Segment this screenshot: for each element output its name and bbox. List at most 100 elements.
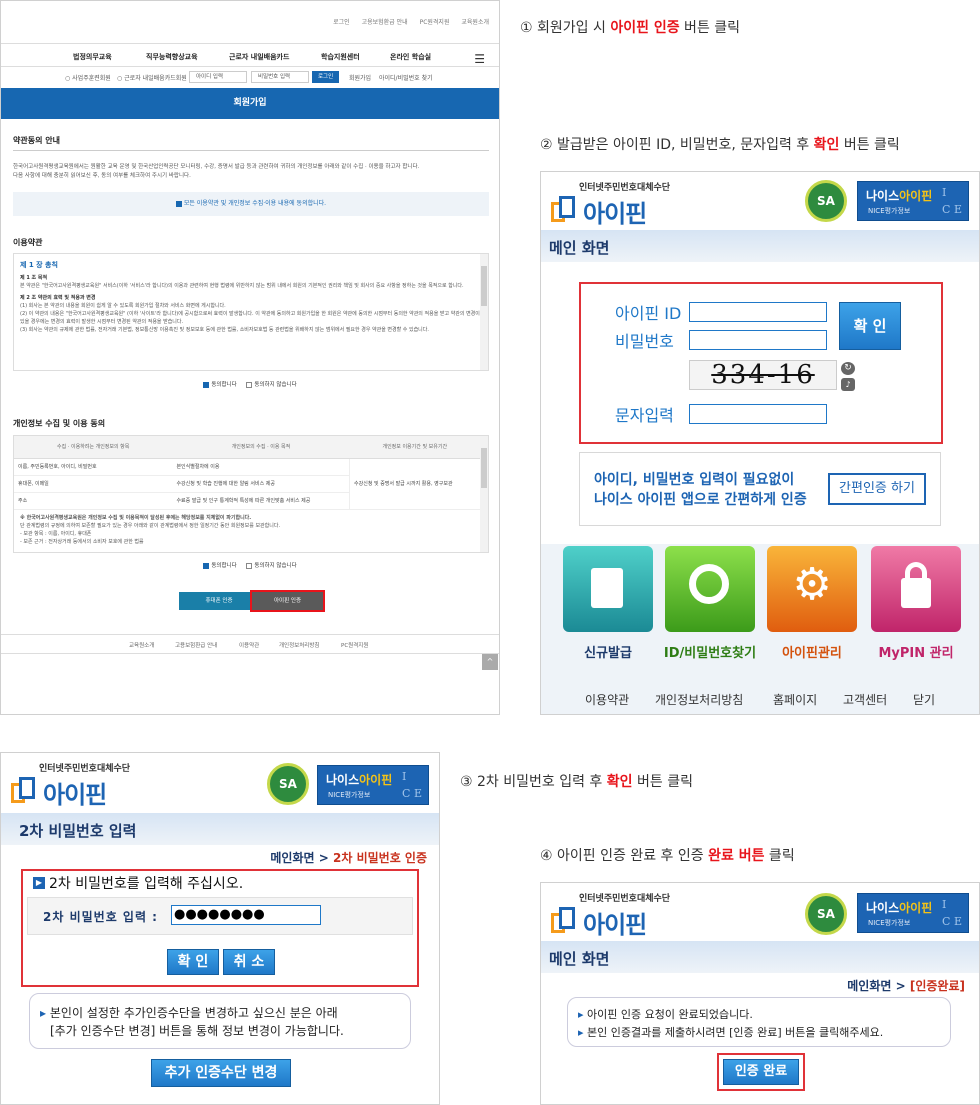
footer-link-remote[interactable]: PC원격지원 — [341, 641, 368, 649]
id-input[interactable]: 아이디 입력 — [189, 71, 247, 83]
new-issue-label[interactable]: 신규발급 — [558, 642, 658, 661]
second-password-panel: 메인화면 > 2차 비밀번호 인증 ▶ 2차 비밀번호를 입력해 주십시오. 2… — [1, 845, 439, 1104]
ipin-id-input[interactable] — [689, 302, 827, 322]
privacy-scrollbox[interactable]: 수집 · 이용하려는 개인정보의 항목 개인정보의 수집 · 이용 목적 개인정… — [13, 435, 489, 553]
checkbox-checked-icon[interactable] — [203, 381, 210, 388]
nice-ipin-text: 아이핀 — [899, 189, 933, 203]
breadcrumb-separator: > — [895, 979, 906, 993]
ipin-auth-button[interactable]: 아이핀 인증 — [252, 592, 323, 610]
ipin-link-privacy[interactable]: 개인정보처리방침 — [655, 691, 743, 708]
breadcrumb-home[interactable]: 메인화면 — [847, 979, 891, 993]
privacy-disagree-label[interactable]: 동의하지 않습니다 — [254, 563, 296, 569]
sa-badge-icon: SA — [267, 763, 309, 805]
mypin-tile[interactable] — [871, 546, 961, 632]
nav-item-support[interactable]: 학습지원센터 — [321, 52, 360, 62]
privacy-agree-label[interactable]: 동의합니다 — [211, 563, 236, 569]
nav-item-classroom[interactable]: 온라인 학습실 — [390, 52, 431, 62]
step1-text: 회원가입 시 — [537, 20, 611, 36]
captcha-input[interactable] — [689, 404, 827, 424]
ipin-header: 인터넷주민번호대체수단 아이핀 SA 나이스아이핀 NICE평가정보 IC E — [541, 172, 979, 232]
change-auth-button[interactable]: 추가 인증수단 변경 — [151, 1059, 291, 1087]
new-issue-tile[interactable] — [563, 546, 653, 632]
phone-auth-button[interactable]: 휴대폰 인증 — [179, 592, 259, 610]
nav-item-card[interactable]: 근로자 내일배움카드 — [229, 52, 289, 62]
breadcrumb-home[interactable]: 메인화면 — [270, 851, 314, 865]
lock-shackle — [905, 562, 927, 584]
signup-website: 로그인 고용보험환급 안내 PC원격지원 교육원소개 법정의무교육 직무능력향상… — [0, 0, 500, 715]
ipin-manage-label[interactable]: 아이핀관리 — [762, 642, 862, 661]
password-input[interactable]: 비밀번호 입력 — [251, 71, 309, 83]
ipin-slogan: 인터넷주민번호대체수단 — [39, 764, 131, 774]
ipin-password-input[interactable] — [689, 330, 827, 350]
scrollbar-thumb[interactable] — [481, 448, 487, 488]
ipin-link-close[interactable]: 닫기 — [913, 691, 935, 708]
breadcrumb-current: 2차 비밀번호 인증 — [333, 851, 427, 865]
auth-complete-button[interactable]: 인증 완료 — [723, 1059, 799, 1085]
step2-highlight: 확인 — [813, 137, 840, 153]
find-account-link[interactable]: 아이디/비밀번호 찾기 — [379, 73, 433, 82]
top-link-about[interactable]: 교육원소개 — [461, 19, 489, 26]
guide-text-1: 한국어고사원격평생교육원에서는 원활한 교육 운영 및 한국산업인력공단 모니터… — [13, 164, 420, 170]
ipin-page-title: 2차 비밀번호 입력 — [19, 822, 137, 840]
checkbox-empty-icon[interactable] — [246, 381, 253, 388]
complete-message-box: ▸ 아이핀 인증 요청이 완료되었습니다. ▸ 본인 인증결과를 제출하시려면 … — [567, 997, 951, 1047]
ice-mark: IC E — [402, 770, 422, 800]
terms-scrollbar[interactable] — [480, 254, 488, 370]
ipin-manage-tile[interactable]: ⚙ — [767, 546, 857, 632]
top-link-remote[interactable]: PC원격지원 — [420, 19, 450, 26]
nice-company: NICE평가정보 — [868, 919, 911, 927]
easy-auth-button[interactable]: 간편인증 하기 — [828, 473, 926, 505]
scrollbar-thumb[interactable] — [481, 266, 487, 306]
privacy-table: 수집 · 이용하려는 개인정보의 항목 개인정보의 수집 · 이용 목적 개인정… — [14, 436, 480, 510]
ipin-link-home[interactable]: 홈페이지 — [773, 691, 817, 708]
ipin-confirm-button[interactable]: 확 인 — [839, 302, 901, 350]
footer-link-terms[interactable]: 이용약관 — [239, 641, 259, 649]
checkbox-empty-icon[interactable] — [246, 562, 253, 569]
footer-link-refund[interactable]: 고용보험환급 안내 — [175, 641, 217, 649]
terms-scrollbox[interactable]: 제 1 장 총칙 제 1 조 목적 본 약관은 "한국어고사원격평생교육원" 서… — [13, 253, 489, 371]
ipin-page-title: 메인 화면 — [549, 950, 610, 968]
terms-article2-text3: (3) 회사는 약관의 규제에 관한 법률, 전자거래 기본법, 정보통신망 이… — [20, 327, 429, 333]
breadcrumb-separator: > — [318, 851, 329, 865]
step3-number: ③ — [460, 774, 473, 790]
sa-badge-icon: SA — [805, 893, 847, 935]
ipin-link-support[interactable]: 고객센터 — [843, 691, 887, 708]
step1-caption: ① 회원가입 시 아이핀 인증 버튼 클릭 — [520, 17, 740, 37]
join-link[interactable]: 회원가입 — [349, 73, 371, 82]
checkbox-checked-icon[interactable] — [203, 562, 210, 569]
terms-agree-label[interactable]: 동의합니다 — [211, 382, 236, 388]
nav-item-legal[interactable]: 법정의무교육 — [73, 52, 112, 62]
agree-all-checkbox[interactable]: 모든 이용약관 및 개인정보 수집·이용 내용에 동의합니다. — [13, 192, 489, 216]
radio-worker[interactable]: ○ 근로자 내일배움카드회원 — [117, 73, 187, 82]
find-id-tile[interactable] — [665, 546, 755, 632]
nav-item-skill[interactable]: 직무능력향상교육 — [146, 52, 198, 62]
breadcrumb: 메인화면 > 2차 비밀번호 인증 — [270, 849, 427, 866]
terms-disagree-label[interactable]: 동의하지 않습니다 — [254, 382, 296, 388]
second-password-input[interactable]: ●●●●●●●● — [171, 905, 321, 925]
privacy-scrollbar[interactable] — [480, 436, 488, 552]
hamburger-menu-icon[interactable]: ☰ — [474, 52, 485, 66]
login-button[interactable]: 로그인 — [312, 71, 340, 83]
footer-link-privacy[interactable]: 개인정보처리방침 — [279, 641, 319, 649]
step3-text-end: 버튼 클릭 — [632, 774, 693, 790]
scroll-top-button[interactable]: ^ — [482, 654, 498, 670]
top-link-login[interactable]: 로그인 — [333, 19, 350, 26]
second-cancel-button[interactable]: 취 소 — [223, 949, 275, 975]
mypin-label[interactable]: MyPIN 관리 — [866, 642, 966, 661]
audio-icon[interactable]: ♪ — [841, 378, 855, 391]
radio-employer[interactable]: ○ 사업주훈련회원 — [65, 73, 111, 82]
top-link-refund[interactable]: 고용보험환급 안내 — [362, 19, 408, 26]
second-confirm-button[interactable]: 확 인 — [167, 949, 219, 975]
nice-logo: 나이스아이핀 NICE평가정보 IC E — [857, 893, 969, 933]
privacy-note: ※ 한국어고사원격평생교육원은 개인정보 수집 및 이용목적이 달성된 후에는 … — [14, 510, 488, 550]
step2-caption: ② 발급받은 아이핀 ID, 비밀번호, 문자입력 후 확인 버튼 클릭 — [540, 134, 900, 154]
ipin-logo-icon — [551, 196, 579, 222]
privacy-header-period: 개인정보 이용기간 및 보유기간 — [349, 436, 480, 459]
step2-text: 발급받은 아이핀 ID, 비밀번호, 문자입력 후 — [557, 137, 814, 153]
ipin-link-terms[interactable]: 이용약관 — [585, 691, 629, 708]
gear-icon: ⚙ — [792, 559, 832, 610]
find-id-label[interactable]: ID/비밀번호찾기 — [660, 642, 760, 661]
refresh-icon[interactable]: ↻ — [841, 362, 855, 375]
footer-link-about[interactable]: 교육원소개 — [129, 641, 154, 649]
radio-worker-label: 근로자 내일배움카드회원 — [124, 75, 187, 82]
